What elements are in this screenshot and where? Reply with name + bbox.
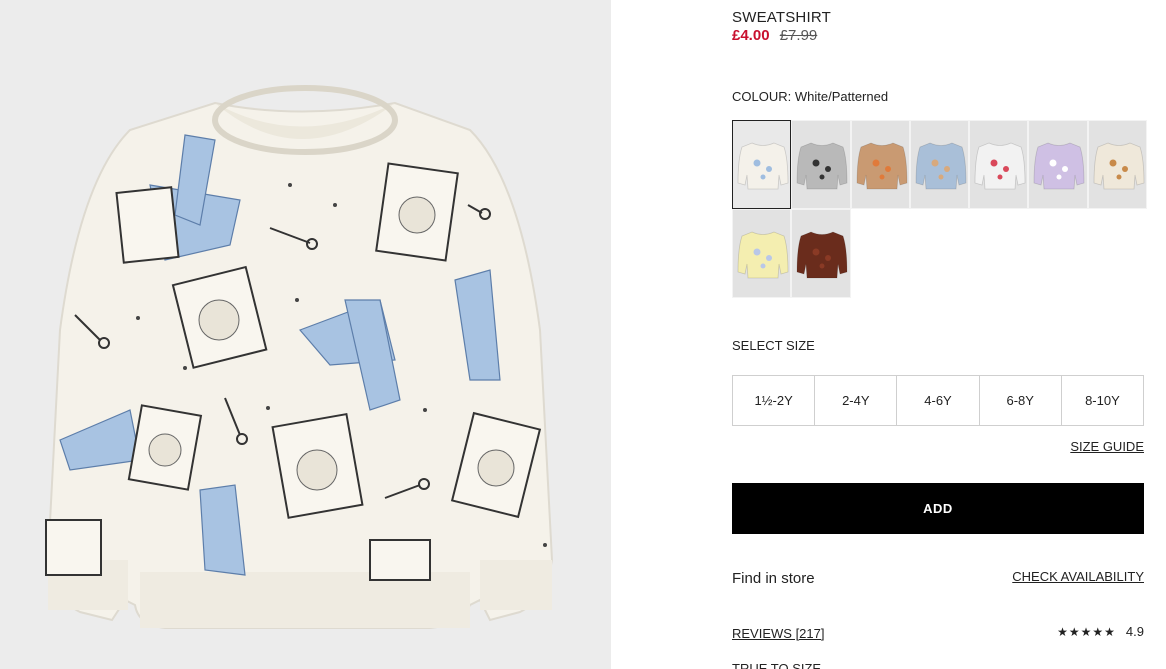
reviews-link[interactable]: REVIEWS [217] bbox=[732, 626, 824, 641]
sweatshirt-thumbnail-icon bbox=[915, 142, 967, 190]
product-image[interactable] bbox=[0, 0, 611, 669]
colour-swatch[interactable] bbox=[1028, 120, 1088, 209]
select-size-label: SELECT SIZE bbox=[732, 338, 815, 353]
check-availability-link[interactable]: CHECK AVAILABILITY bbox=[1012, 569, 1144, 584]
colour-value: White/Patterned bbox=[794, 89, 889, 104]
true-to-size-label: TRUE TO SIZE bbox=[732, 661, 822, 669]
colour-swatch[interactable] bbox=[791, 120, 851, 209]
colour-swatch[interactable] bbox=[732, 209, 792, 298]
sweatshirt-thumbnail-icon bbox=[737, 231, 789, 279]
size-option[interactable]: 1½-2Y bbox=[733, 376, 816, 425]
colour-swatch[interactable] bbox=[850, 120, 910, 209]
sweatshirt-thumbnail-icon bbox=[796, 231, 848, 279]
find-in-store-label: Find in store bbox=[732, 570, 815, 587]
colour-swatch[interactable] bbox=[1087, 120, 1148, 209]
colour-label: COLOUR: White/Patterned bbox=[732, 89, 888, 104]
size-guide-link[interactable]: SIZE GUIDE bbox=[1070, 439, 1144, 454]
sweatshirt-thumbnail-icon bbox=[737, 142, 789, 190]
sweatshirt-thumbnail-icon bbox=[856, 142, 907, 190]
product-details: SWEATSHIRT £4.00 £7.99 COLOUR: White/Pat… bbox=[732, 0, 1148, 669]
add-to-bag-button[interactable]: ADD bbox=[732, 483, 1144, 534]
sweatshirt-thumbnail-icon bbox=[1034, 142, 1085, 190]
sweatshirt-illustration bbox=[45, 85, 554, 629]
size-option[interactable]: 8-10Y bbox=[1062, 376, 1143, 425]
size-option[interactable]: 6-8Y bbox=[980, 376, 1062, 425]
colour-label-prefix: COLOUR: bbox=[732, 89, 792, 104]
colour-swatch[interactable] bbox=[732, 120, 792, 209]
sweatshirt-thumbnail-icon bbox=[974, 142, 1026, 190]
size-selector: 1½-2Y 2-4Y 4-6Y 6-8Y 8-10Y bbox=[732, 375, 1144, 426]
colour-swatch[interactable] bbox=[969, 120, 1029, 209]
star-rating-icon: ★★★★★ bbox=[1057, 624, 1116, 639]
colour-swatch[interactable] bbox=[909, 120, 970, 209]
price-row: £4.00 £7.99 bbox=[732, 27, 817, 44]
rating-value: 4.9 bbox=[1125, 624, 1144, 639]
rating-summary: ★★★★★ 4.9 bbox=[1057, 624, 1144, 639]
size-option[interactable]: 4-6Y bbox=[897, 376, 980, 425]
colour-swatches bbox=[732, 120, 1148, 298]
sweatshirt-thumbnail-icon bbox=[796, 142, 848, 190]
size-option[interactable]: 2-4Y bbox=[815, 376, 898, 425]
colour-swatch[interactable] bbox=[791, 209, 851, 298]
sale-price: £4.00 bbox=[732, 27, 770, 44]
sweatshirt-thumbnail-icon bbox=[1093, 142, 1145, 190]
product-title: SWEATSHIRT bbox=[732, 9, 831, 26]
original-price: £7.99 bbox=[779, 27, 818, 44]
